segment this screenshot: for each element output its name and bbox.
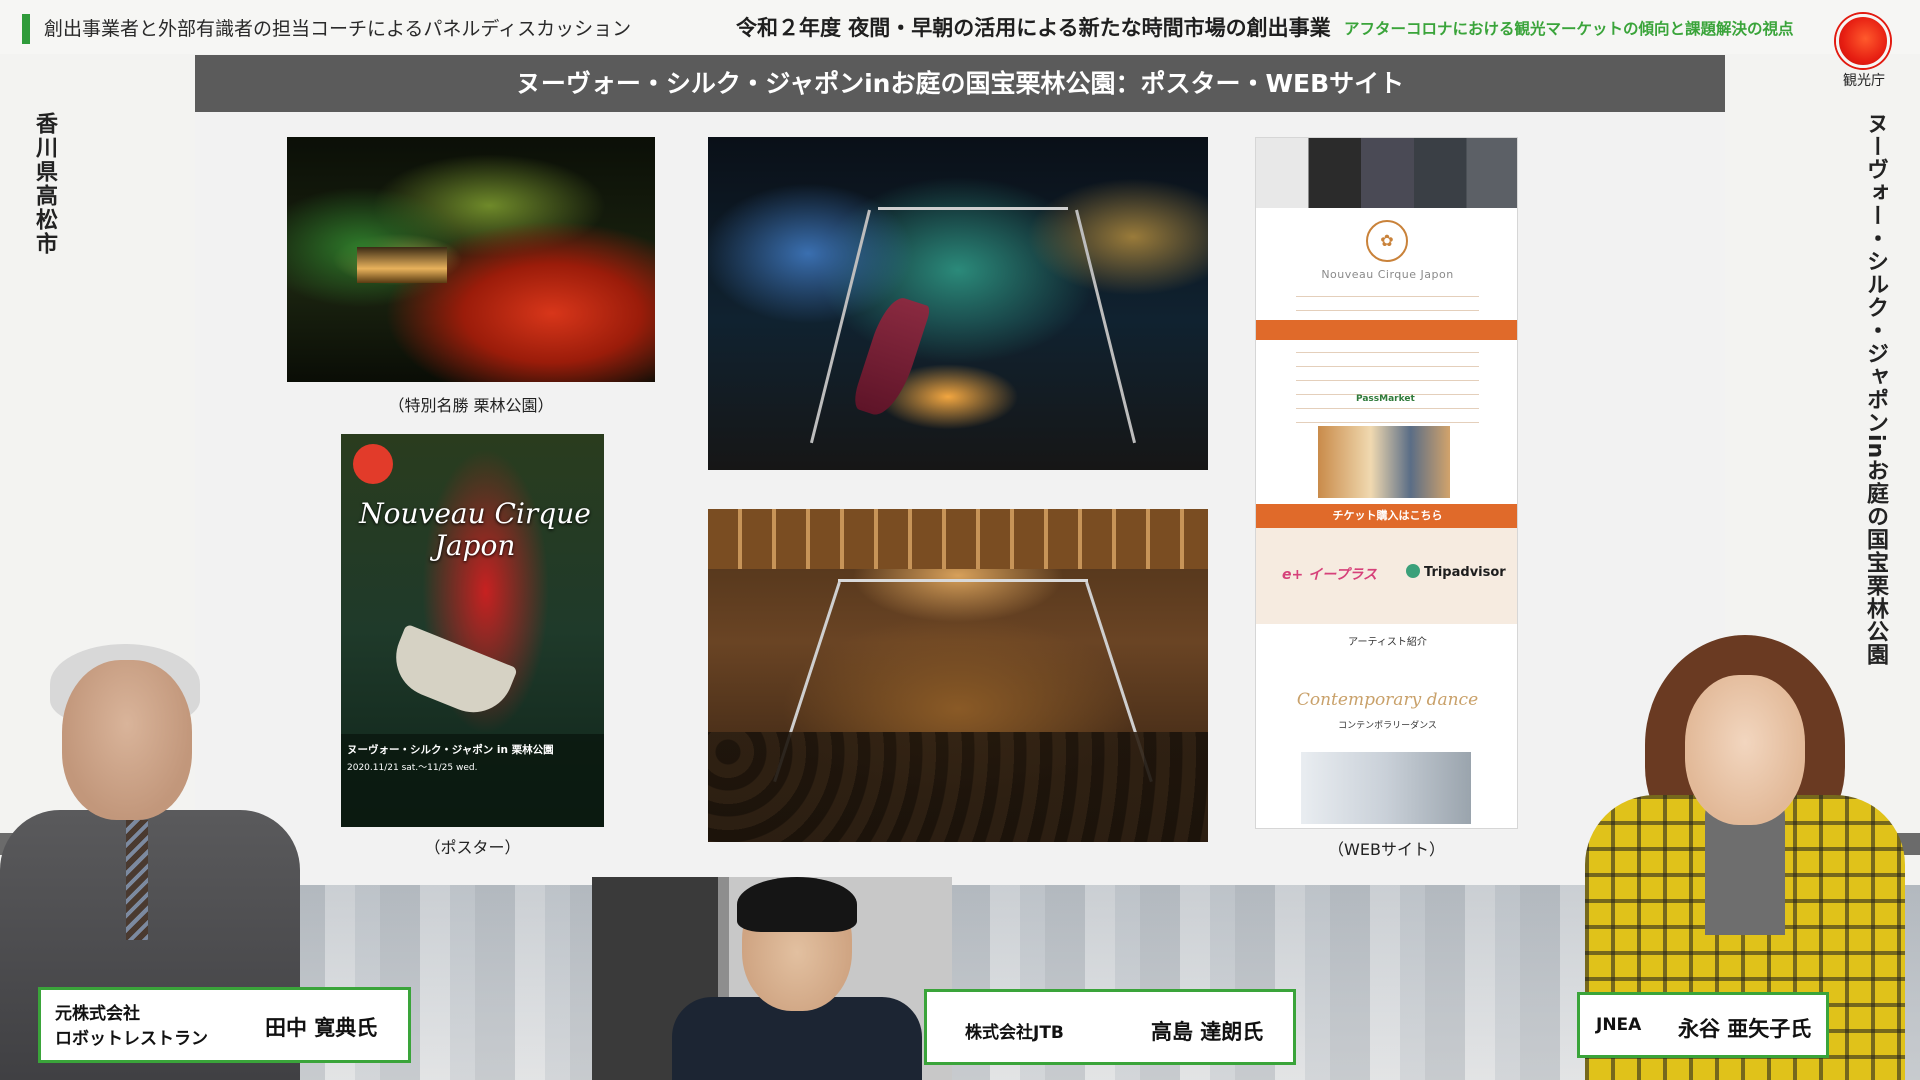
website-dance-script: Contemporary dance: [1296, 690, 1479, 710]
teahouse-shape: [357, 247, 447, 283]
website-photo: [1318, 426, 1450, 498]
website-artist-heading: アーティスト紹介: [1348, 637, 1427, 648]
park-photo: [287, 137, 655, 382]
side-label-location: 香川県高松市: [32, 112, 57, 256]
website-dancer-photo: [1301, 752, 1471, 824]
wooden-ceiling-shape: [708, 509, 1208, 569]
website-dance-label: コンテンポラリーダンス: [1338, 721, 1437, 731]
boat-shape: [384, 623, 518, 725]
top-header: 創出事業者と外部有識者の担当コーチによるパネルディスカッション 令和２年度 夜間…: [0, 0, 1920, 54]
poster-info-band: ヌーヴォー・シルク・ジャポン in 栗林公園 2020.11/21 sat.～1…: [341, 734, 604, 827]
nameplate-name: 田中 寛典氏: [265, 1016, 378, 1040]
website-tripadvisor-logo: Tripadvisor: [1406, 564, 1506, 580]
agency-logo-label: 観光庁: [1843, 73, 1885, 89]
header-main-title: 令和２年度 夜間・早朝の活用による新たな時間市場の創出事業: [736, 16, 1331, 40]
nameplate-takashima: 株式会社JTB 高島 達朗氏: [924, 989, 1296, 1065]
tie-shape: [126, 820, 148, 940]
sun-logo-icon: [1836, 14, 1890, 68]
audience-shape: [708, 732, 1208, 842]
night-circus-photo: [708, 137, 1208, 470]
header-left-title: 創出事業者と外部有識者の担当コーチによるパネルディスカッション: [44, 18, 632, 40]
poster-caption: （ポスター）: [424, 838, 521, 857]
nameplate-org: 元株式会社 ロボットレストラン: [55, 1002, 208, 1052]
side-label-event: ヌーヴォー・シルク・ジャポンinお庭の国宝栗林公園: [1863, 112, 1888, 667]
presenter-video-center: [592, 877, 952, 1080]
nameplate-nagaya: JNEA 永谷 亜矢子氏: [1577, 992, 1829, 1058]
slide-title: ヌーヴォー・シルク・ジャポンinお庭の国宝栗林公園：ポスター・WEBサイト: [195, 55, 1725, 112]
poster-badge: [353, 444, 393, 484]
nameplate-org: JNEA: [1596, 1015, 1642, 1035]
website-brand-name: Nouveau Cirque Japon: [1321, 268, 1454, 281]
nameplate-name: 高島 達朗氏: [1151, 1020, 1264, 1044]
header-accent-bar: [22, 14, 30, 44]
website-caption: （WEBサイト）: [1328, 840, 1445, 859]
poster-title: Nouveau Cirque Japon: [359, 497, 591, 562]
nameplate-name: 永谷 亜矢子氏: [1678, 1017, 1812, 1041]
nameplate-org-line1: 元株式会社: [55, 1004, 140, 1024]
agency-logo: 観光庁: [1834, 14, 1894, 89]
website-orange-banner: [1256, 320, 1517, 340]
poster-dates: 2020.11/21 sat.～11/25 wed.: [347, 763, 478, 773]
header-subtitle: アフターコロナにおける観光マーケットの傾向と課題解決の視点: [1344, 20, 1794, 38]
hair-shape: [737, 877, 857, 932]
face-shape: [1685, 675, 1805, 825]
website-text-block: [1296, 288, 1479, 428]
website-screenshot: ✿ Nouveau Cirque Japon PassMarket チケット購入…: [1255, 137, 1518, 829]
website-eplus-logo: e+ イープラス: [1282, 567, 1377, 583]
website-thumbnail-strip: [1256, 138, 1517, 208]
website-passmarket-label: PassMarket: [1356, 394, 1415, 404]
park-caption: （特別名勝 栗林公園）: [388, 396, 554, 415]
poster-headline: ヌーヴォー・シルク・ジャポン in 栗林公園: [347, 744, 554, 756]
website-logo-icon: ✿: [1366, 220, 1408, 262]
nameplate-org-line2: ロボットレストラン: [55, 1029, 208, 1049]
event-poster: Nouveau Cirque Japon ヌーヴォー・シルク・ジャポン in 栗…: [341, 434, 604, 827]
nameplate-tanaka: 元株式会社 ロボットレストラン 田中 寛典氏: [38, 987, 411, 1063]
website-ticket-button: チケット購入はこちら: [1256, 504, 1517, 528]
nameplate-org: 株式会社JTB: [965, 1023, 1064, 1043]
face-shape: [62, 660, 192, 820]
indoor-circus-photo: [708, 509, 1208, 842]
